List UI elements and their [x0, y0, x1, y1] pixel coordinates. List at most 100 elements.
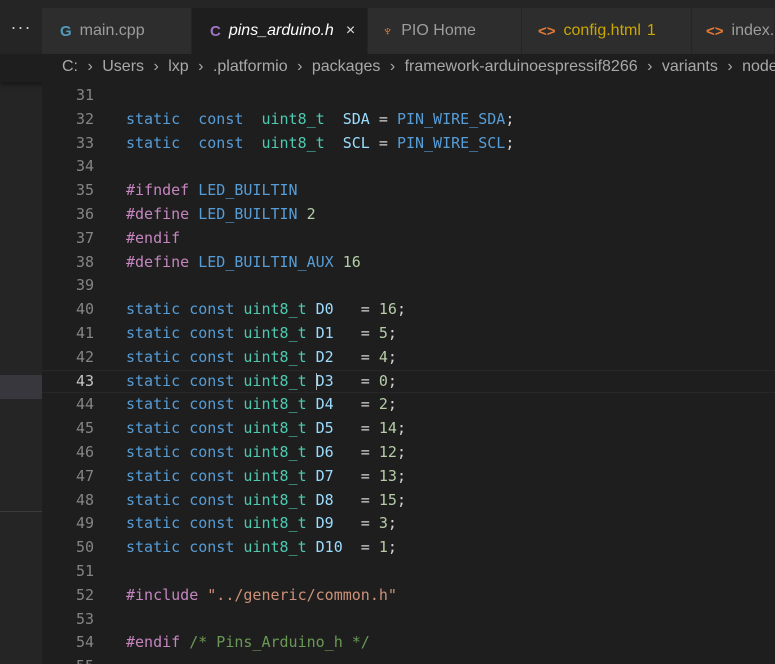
breadcrumb-item[interactable]: lxp — [168, 58, 188, 76]
code-line[interactable]: 46 static const uint8_t D6 = 12; — [42, 441, 775, 465]
code-line[interactable]: 38 #define LED_BUILTIN_AUX 16 — [42, 251, 775, 275]
line-number: 43 — [75, 371, 94, 390]
code-text: static const uint8_t D0 = 16; — [126, 300, 406, 319]
code-line[interactable]: 32 static const uint8_t SDA = PIN_WIRE_SD… — [42, 108, 775, 132]
editor-tab-bar: ··· G main.cpp C pins_arduino.h × ♆ PIO … — [0, 0, 775, 54]
line-number: 35 — [75, 181, 94, 200]
c-plus-plus-file-icon: G — [60, 22, 72, 40]
code-text: #define LED_BUILTIN_AUX 16 — [126, 252, 361, 271]
code-line[interactable]: 54 #endif /* Pins_Arduino_h */ — [42, 631, 775, 655]
code-line[interactable]: 41 static const uint8_t D1 = 5; — [42, 322, 775, 346]
tab-label: index.h — [731, 22, 775, 39]
code-text: static const uint8_t D6 = 12; — [126, 443, 406, 461]
line-number: 32 — [75, 109, 94, 128]
code-line[interactable]: 35 #ifndef LED_BUILTIN — [42, 179, 775, 203]
code-text: #include "../generic/common.h" — [126, 585, 397, 604]
breadcrumb-item[interactable]: C: — [62, 58, 78, 76]
code-line[interactable]: 36 #define LED_BUILTIN 2 — [42, 203, 775, 227]
chevron-right-icon: › — [87, 58, 93, 75]
line-number: 33 — [75, 133, 94, 152]
code-line[interactable]: 31 — [42, 84, 775, 108]
code-line[interactable]: 44 static const uint8_t D4 = 2; — [42, 393, 775, 417]
code-line[interactable]: 40 static const uint8_t D0 = 16; — [42, 298, 775, 322]
line-number: 52 — [75, 585, 94, 604]
chevron-right-icon: › — [727, 58, 733, 75]
tab-label: pins_arduino.h — [228, 22, 334, 39]
breadcrumb-item[interactable]: Users — [102, 58, 144, 76]
line-number: 53 — [75, 609, 94, 628]
line-number: 45 — [75, 419, 94, 438]
tab-label: main.cpp — [79, 22, 145, 39]
code-text: static const uint8_t D10 = 1; — [126, 538, 397, 557]
breadcrumb-item[interactable]: variants — [662, 58, 718, 76]
more-actions-button[interactable]: ··· — [0, 0, 42, 54]
tab-config-html[interactable]: <> config.html 1 — [522, 8, 692, 54]
line-number: 55 — [42, 655, 94, 664]
tab-index-h[interactable]: <> index.h — [692, 8, 775, 54]
code-editor[interactable]: 31 32 static const uint8_t SDA = PIN_WIRE_… — [42, 82, 775, 664]
html-file-icon: <> — [706, 22, 724, 40]
chevron-right-icon: › — [297, 58, 303, 75]
code-line[interactable]: 45 static const uint8_t D5 = 14; — [42, 417, 775, 441]
chevron-right-icon: › — [153, 58, 159, 75]
html-file-icon: <> — [538, 22, 556, 40]
code-line[interactable]: 52 #include "../generic/common.h" — [42, 584, 775, 608]
side-panel — [0, 54, 42, 664]
code-text: static const uint8_t SDA = PIN_WIRE_SDA; — [126, 109, 515, 128]
chevron-right-icon: › — [198, 58, 204, 75]
breadcrumb-item[interactable]: framework-arduinoespressif8266 — [405, 58, 638, 76]
line-number: 31 — [75, 86, 94, 104]
close-icon[interactable]: × — [346, 22, 355, 40]
code-line[interactable]: 53 — [42, 608, 775, 632]
tab-main-cpp[interactable]: G main.cpp — [42, 8, 192, 54]
tab-pio-home[interactable]: ♆ PIO Home — [368, 8, 522, 54]
line-number: 51 — [75, 562, 94, 580]
breadcrumb-item[interactable]: packages — [312, 58, 381, 76]
line-number: 54 — [75, 633, 94, 652]
code-line[interactable]: 34 — [42, 155, 775, 179]
code-text: static const uint8_t D1 = 5; — [126, 324, 397, 342]
line-number: 44 — [75, 395, 94, 414]
code-text: static const uint8_t D4 = 2; — [126, 395, 397, 414]
code-text: #endif — [126, 228, 181, 247]
code-text: static const uint8_t D5 = 14; — [126, 419, 406, 438]
line-number: 39 — [75, 276, 94, 295]
breadcrumb: C: › Users › lxp › .platformio › package… — [0, 54, 775, 82]
line-number: 37 — [75, 228, 94, 247]
line-number: 40 — [75, 300, 94, 319]
code-line[interactable]: 33 static const uint8_t SCL = PIN_WIRE_SC… — [42, 132, 775, 156]
code-line[interactable]: 39 — [42, 274, 775, 298]
breadcrumb-item[interactable]: .platformio — [213, 58, 288, 76]
line-number: 36 — [75, 205, 94, 223]
chevron-right-icon: › — [389, 58, 396, 75]
code-line[interactable]: 47 static const uint8_t D7 = 13; — [42, 465, 775, 489]
problem-count-badge: 1 — [646, 22, 656, 39]
code-line[interactable]: 48 static const uint8_t D8 = 15; — [42, 489, 775, 513]
c-header-file-icon: C — [210, 22, 221, 40]
side-panel-selection — [0, 375, 42, 399]
line-number: 46 — [75, 443, 94, 461]
line-number: 38 — [75, 252, 94, 271]
code-line[interactable]: 43 static const uint8_t D3 = 0; — [42, 369, 775, 394]
code-text: #ifndef LED_BUILTIN — [126, 181, 298, 200]
code-line[interactable]: 51 — [42, 560, 775, 584]
code-line[interactable]: 50 static const uint8_t D10 = 1; — [42, 536, 775, 560]
code-line[interactable]: 42 static const uint8_t D2 = 4; — [42, 346, 775, 370]
breadcrumb-item[interactable]: nodemcu — [742, 58, 775, 76]
code-line[interactable]: 49 static const uint8_t D9 = 3; — [42, 512, 775, 536]
tab-label: PIO Home — [401, 22, 476, 39]
code-text: static const uint8_t D2 = 4; — [126, 347, 397, 366]
code-text: static const uint8_t SCL = PIN_WIRE_SCL; — [126, 133, 515, 152]
code-text: static const uint8_t D3 = 0; — [126, 371, 397, 390]
code-line[interactable]: 55 — [42, 655, 775, 664]
line-number: 49 — [75, 514, 94, 533]
platformio-ant-icon: ♆ — [382, 22, 394, 40]
line-number: 50 — [75, 538, 94, 557]
code-line[interactable]: 37 #endif — [42, 227, 775, 251]
tab-pins-arduino-h[interactable]: C pins_arduino.h × — [192, 8, 368, 54]
line-number: 42 — [75, 347, 94, 366]
line-number: 41 — [75, 324, 94, 342]
code-text: static const uint8_t D8 = 15; — [126, 490, 406, 509]
code-text: #endif /* Pins_Arduino_h */ — [126, 633, 370, 652]
line-number: 34 — [75, 157, 94, 176]
